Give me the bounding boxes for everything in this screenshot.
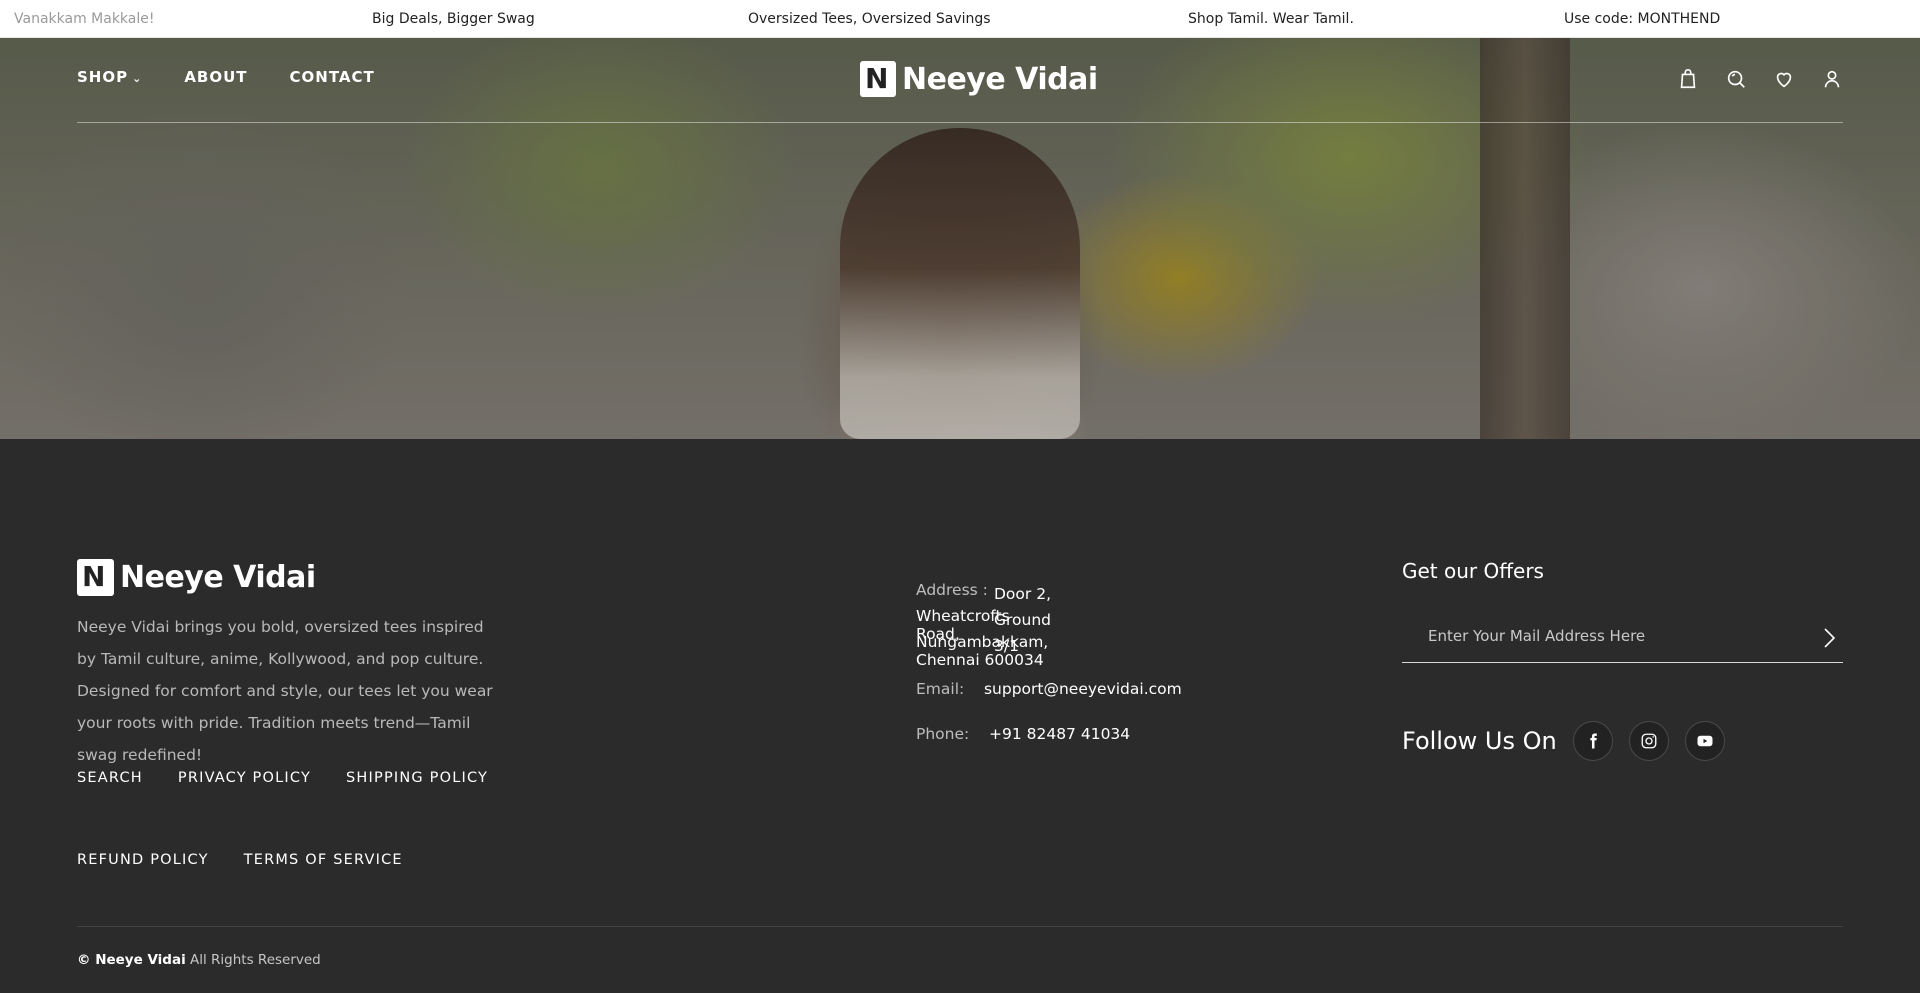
email-input[interactable]: [1402, 613, 1802, 659]
hero-video: [0, 38, 1920, 439]
footer-logo[interactable]: Neeye Vidai: [77, 559, 316, 596]
announcement-bar: Vanakkam Makkale! Big Deals, Bigger Swag…: [0, 0, 1920, 38]
copyright: © Neeye Vidai All Rights Reserved: [77, 952, 321, 968]
footer-link-terms[interactable]: TERMS OF SERVICE: [244, 852, 403, 868]
address-row: Address :: [916, 581, 988, 599]
phone-label: Phone:: [916, 725, 970, 743]
nav-shop-label: SHOP: [77, 68, 129, 86]
address-line-3: Nungambakkam, Chennai 600034: [916, 633, 1049, 669]
bag-icon[interactable]: [1677, 68, 1699, 90]
instagram-icon[interactable]: [1628, 721, 1669, 761]
email-link[interactable]: support@neeyevidai.com: [984, 680, 1182, 698]
follow-label: Follow Us On: [1402, 727, 1557, 755]
newsletter-form: [1402, 613, 1843, 663]
footer-description: Neeye Vidai brings you bold, oversized t…: [77, 618, 493, 764]
header-logo[interactable]: Neeye Vidai: [860, 61, 1098, 97]
announcement-text: Vanakkam Makkale!: [14, 11, 155, 27]
youtube-icon[interactable]: [1684, 721, 1725, 761]
nav-about[interactable]: ABOUT: [184, 68, 247, 86]
announcement-text: Use code: MONTHEND: [1564, 11, 1721, 27]
phone-row: Phone: +91 82487 41034: [916, 725, 1130, 743]
announcement-text: Big Deals, Bigger Swag: [372, 11, 535, 27]
facebook-icon[interactable]: [1572, 721, 1613, 761]
address-label: Address :: [916, 581, 988, 599]
logo-mark-icon: [860, 61, 896, 97]
footer-link-refund[interactable]: REFUND POLICY: [77, 852, 209, 868]
footer-links: SEARCH PRIVACY POLICY SHIPPING POLICY: [77, 770, 488, 786]
footer-link-privacy[interactable]: PRIVACY POLICY: [178, 770, 311, 786]
copyright-brand: © Neeye Vidai: [77, 952, 186, 968]
logo-mark-icon: [77, 559, 114, 596]
search-icon[interactable]: [1725, 68, 1747, 90]
logo-text: Neeye Vidai: [120, 560, 316, 595]
heart-icon[interactable]: [1773, 68, 1795, 90]
announcement-text: Oversized Tees, Oversized Savings: [748, 11, 991, 27]
footer-links: REFUND POLICY TERMS OF SERVICE: [77, 852, 403, 868]
nav-contact[interactable]: CONTACT: [290, 68, 375, 86]
email-row: Email: support@neeyevidai.com: [916, 680, 1182, 698]
footer-divider: [77, 926, 1843, 927]
footer-link-shipping[interactable]: SHIPPING POLICY: [346, 770, 488, 786]
user-icon[interactable]: [1821, 68, 1843, 90]
chevron-down-icon: ⌄: [132, 72, 143, 85]
email-label: Email:: [916, 680, 965, 698]
phone-link[interactable]: +91 82487 41034: [989, 725, 1130, 743]
chevron-right-icon: [1824, 627, 1836, 648]
nav-shop[interactable]: SHOP ⌄: [77, 68, 142, 86]
footer: Neeye Vidai Neeye Vidai brings you bold,…: [0, 439, 1920, 993]
main-nav: SHOP ⌄ ABOUT CONTACT: [77, 68, 375, 86]
copyright-text: All Rights Reserved: [190, 952, 321, 968]
social-follow: Follow Us On: [1402, 721, 1725, 761]
announcement-text: Shop Tamil. Wear Tamil.: [1188, 11, 1354, 27]
footer-link-search[interactable]: SEARCH: [77, 770, 143, 786]
header-icons: [1677, 68, 1843, 90]
logo-text: Neeye Vidai: [902, 61, 1098, 97]
offers-title: Get our Offers: [1402, 559, 1544, 583]
subscribe-button[interactable]: [1815, 625, 1843, 653]
header-divider: [77, 122, 1843, 123]
